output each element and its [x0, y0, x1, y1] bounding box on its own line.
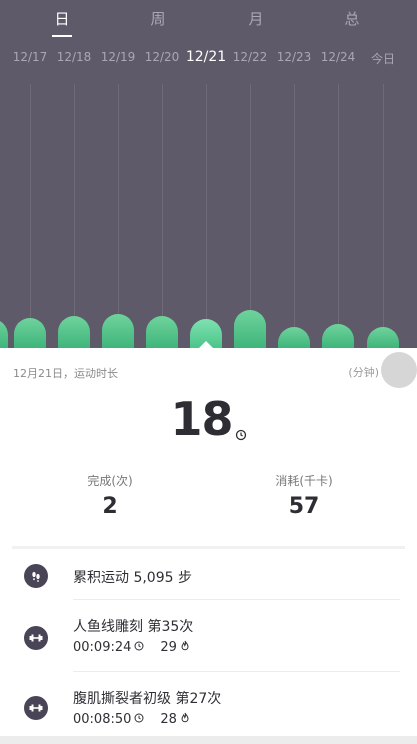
workout-title: 腹肌撕裂者初级 第27次 — [73, 691, 222, 707]
completed-value: 2 — [102, 494, 118, 519]
bar[interactable] — [322, 324, 354, 348]
flame-icon — [180, 712, 190, 727]
gridline — [338, 84, 339, 348]
row-divider — [73, 599, 400, 600]
gridline — [250, 84, 251, 348]
gridline — [74, 84, 75, 348]
workout-meta: 00:09:24 29 — [73, 640, 190, 655]
gridline — [294, 84, 295, 348]
bar[interactable] — [234, 310, 266, 348]
completed-label: 完成(次) — [87, 474, 133, 488]
floating-assist-button[interactable] — [381, 352, 417, 388]
daily-chart: 日 周 月 总 12/17 12/18 12/19 12/20 12/21 12… — [0, 0, 417, 348]
calories-value: 57 — [288, 494, 320, 519]
workout-time: 00:08:50 — [73, 712, 132, 727]
bar[interactable] — [102, 314, 134, 348]
bar[interactable] — [58, 316, 90, 348]
dumbbell-icon — [24, 696, 48, 720]
gridline — [162, 84, 163, 348]
bar[interactable] — [146, 316, 178, 348]
bottom-edge — [0, 736, 417, 744]
dumbbell-icon — [24, 626, 48, 650]
gridline — [206, 84, 207, 348]
section-divider — [12, 546, 405, 549]
duration-bars — [0, 0, 417, 348]
clock-icon — [235, 398, 247, 452]
workout-meta: 00:08:50 28 — [73, 712, 190, 727]
flame-icon — [180, 640, 190, 655]
footprints-icon — [24, 564, 48, 588]
bar[interactable] — [278, 327, 310, 348]
clock-icon — [134, 712, 144, 727]
workout-calories: 28 — [160, 712, 177, 727]
clock-icon — [134, 640, 144, 655]
duration-value: 18 — [0, 392, 417, 452]
steps-label: 累积运动 5,095 步 — [73, 570, 192, 586]
calories-label: 消耗(千卡) — [275, 474, 333, 488]
summary-caption: 12月21日，运动时长 — [13, 367, 118, 380]
list-item-workout[interactable]: 人鱼线雕刻 第35次 00:09:24 29 — [0, 610, 417, 672]
duration-number: 18 — [170, 392, 233, 446]
gridline — [383, 84, 384, 348]
workout-calories: 29 — [160, 640, 177, 655]
bar[interactable] — [367, 327, 399, 348]
bar[interactable] — [0, 319, 8, 348]
duration-unit: (分钟) — [348, 366, 379, 379]
selected-bar-pointer — [199, 341, 213, 348]
list-item-steps[interactable]: 累积运动 5,095 步 — [0, 556, 417, 600]
row-divider — [73, 671, 400, 672]
workout-time: 00:09:24 — [73, 640, 132, 655]
bar[interactable] — [14, 318, 46, 348]
workout-title: 人鱼线雕刻 第35次 — [73, 619, 194, 635]
gridline — [118, 84, 119, 348]
list-item-workout[interactable]: 腹肌撕裂者初级 第27次 00:08:50 28 — [0, 682, 417, 736]
gridline — [30, 84, 31, 348]
